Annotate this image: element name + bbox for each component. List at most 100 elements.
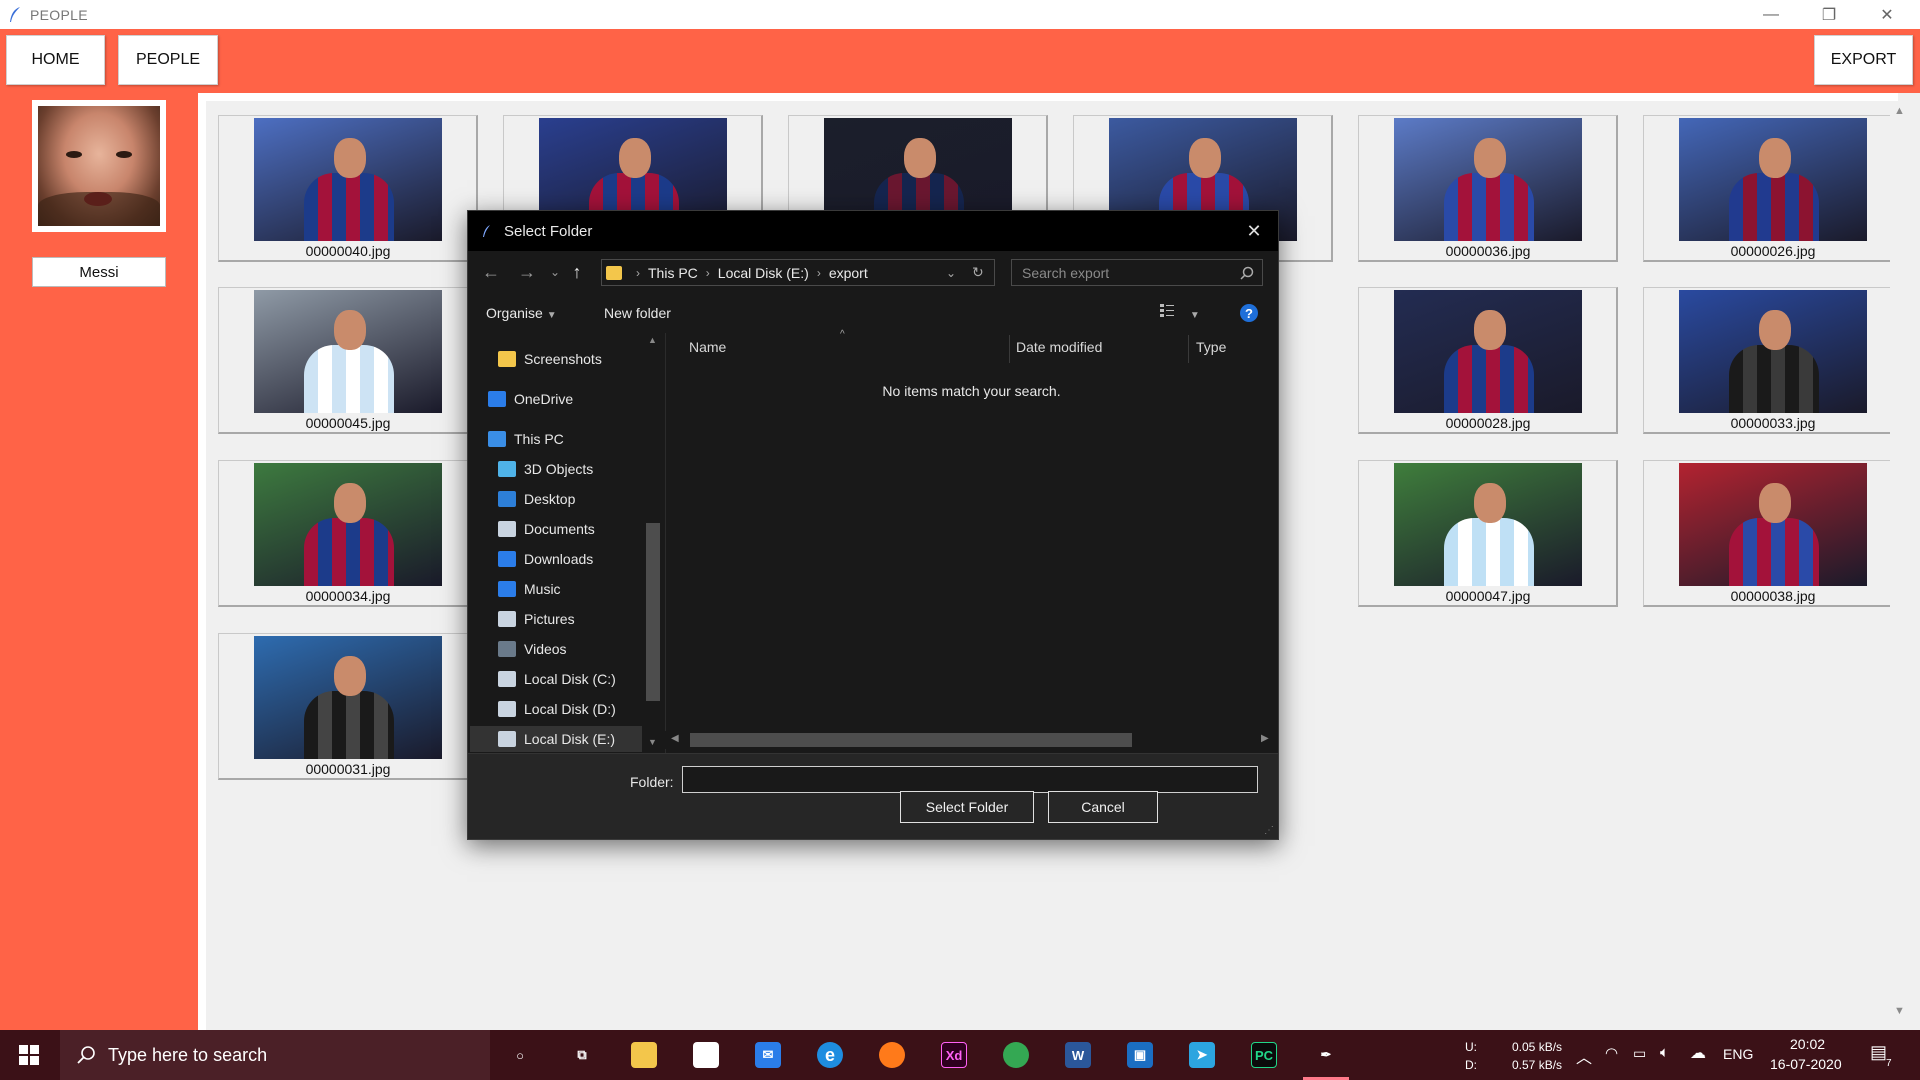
dialog-close-button[interactable]: ✕ <box>1238 215 1270 247</box>
chevron-up-icon[interactable]: ︿ <box>1576 1044 1592 1068</box>
telegram-icon: ➤ <box>1189 1042 1215 1068</box>
nav-item-downloads[interactable]: Downloads <box>498 546 593 572</box>
resize-grip-icon[interactable]: ⋰ <box>1264 825 1274 836</box>
onedrive-cloud-icon[interactable]: ☁︎ <box>1690 1043 1706 1063</box>
nav-item-3d-objects[interactable]: 3D Objects <box>498 456 593 482</box>
taskbar-app-button[interactable]: ⧉ <box>553 1030 611 1080</box>
clock-time[interactable]: 20:02 <box>1790 1036 1825 1052</box>
taskbar-app-button[interactable] <box>677 1030 735 1080</box>
nav-item-local-disk-e[interactable]: Local Disk (E:) <box>470 726 642 752</box>
photo-filename: 00000028.jpg <box>1445 415 1531 431</box>
nav-item-label: 3D Objects <box>524 461 594 477</box>
pictures-icon <box>498 611 516 627</box>
wifi-icon[interactable]: ◠ <box>1605 1044 1618 1062</box>
photo-tile[interactable]: 00000026.jpg <box>1643 115 1903 262</box>
photo-filename: 00000026.jpg <box>1730 243 1816 259</box>
nav-item-local-disk-d[interactable]: Local Disk (D:) <box>498 696 616 722</box>
refresh-icon[interactable]: ↻ <box>972 264 984 281</box>
language-indicator[interactable]: ENG <box>1723 1046 1753 1062</box>
battery-icon[interactable]: ▭ <box>1633 1045 1646 1062</box>
scroll-left-icon[interactable]: ◀ <box>671 733 679 744</box>
column-divider[interactable] <box>1009 335 1010 363</box>
photo-tile[interactable]: 00000038.jpg <box>1643 460 1903 607</box>
photo-tile[interactable]: 00000028.jpg <box>1358 287 1618 434</box>
photo-tile[interactable]: 00000034.jpg <box>218 460 478 607</box>
taskbar-app-button[interactable]: Xd <box>925 1030 983 1080</box>
nav-item-onedrive[interactable]: OneDrive <box>488 386 573 412</box>
taskbar-app-button[interactable]: ▣ <box>1111 1030 1169 1080</box>
column-divider[interactable] <box>1188 335 1189 363</box>
photo-tile[interactable]: 00000036.jpg <box>1358 115 1618 262</box>
taskbar-app-button[interactable]: PC <box>1235 1030 1293 1080</box>
home-button[interactable]: HOME <box>6 35 105 85</box>
nav-item-pictures[interactable]: Pictures <box>498 606 575 632</box>
clock-date[interactable]: 16-07-2020 <box>1770 1056 1842 1072</box>
taskbar-app-button[interactable]: ○ <box>491 1030 549 1080</box>
photo-tile[interactable]: 00000033.jpg <box>1643 287 1903 434</box>
nav-item-local-disk-c[interactable]: Local Disk (C:) <box>498 666 616 692</box>
taskbar-app-button[interactable]: ✒ <box>1297 1030 1355 1080</box>
volume-icon[interactable]: 🔈︎ <box>1660 1044 1669 1061</box>
taskbar-app-button[interactable]: e <box>801 1030 859 1080</box>
organise-menu[interactable]: Organise ▼ <box>486 305 557 321</box>
column-header-type[interactable]: Type <box>1196 339 1226 355</box>
photo-tile[interactable]: 00000040.jpg <box>218 115 478 262</box>
maximize-button[interactable]: ❐ <box>1800 0 1858 29</box>
start-button[interactable] <box>0 1030 58 1080</box>
taskbar-app-button[interactable] <box>863 1030 921 1080</box>
nav-pane-scroll-thumb[interactable] <box>646 523 660 701</box>
taskbar-app-button[interactable] <box>615 1030 673 1080</box>
select-folder-button[interactable]: Select Folder <box>900 791 1034 823</box>
nav-item-videos[interactable]: Videos <box>498 636 567 662</box>
photo-tile[interactable]: 00000031.jpg <box>218 633 478 780</box>
export-button[interactable]: EXPORT <box>1814 35 1913 85</box>
people-button[interactable]: PEOPLE <box>118 35 218 85</box>
nav-item-screenshots[interactable]: Screenshots <box>498 346 602 372</box>
minimize-button[interactable]: — <box>1742 0 1800 29</box>
scroll-down-icon[interactable]: ▼ <box>1894 1005 1905 1017</box>
view-options-button[interactable]: ▼ <box>1160 302 1200 321</box>
up-arrow-icon[interactable]: ↑ <box>564 259 590 285</box>
pycharm-icon: PC <box>1251 1042 1277 1068</box>
taskbar-search-box[interactable]: Type here to search <box>60 1030 490 1080</box>
cancel-button[interactable]: Cancel <box>1048 791 1158 823</box>
nav-item-desktop[interactable]: Desktop <box>498 486 575 512</box>
nav-item-label: Videos <box>524 641 567 657</box>
breadcrumb-local-disk-e[interactable]: Local Disk (E:) <box>718 265 809 281</box>
nav-item-documents[interactable]: Documents <box>498 516 595 542</box>
address-bar[interactable]: › This PC › Local Disk (E:) › export ⌄ ↻ <box>601 259 995 286</box>
photo-thumbnail <box>1394 118 1582 241</box>
column-header-name[interactable]: Name <box>689 339 726 355</box>
back-arrow-icon[interactable]: ← <box>478 259 504 285</box>
notifications-icon[interactable]: ▤ <box>1870 1042 1887 1063</box>
photo-tile[interactable]: 00000045.jpg <box>218 287 478 434</box>
taskbar-app-button[interactable]: W <box>1049 1030 1107 1080</box>
help-icon[interactable]: ? <box>1240 304 1258 322</box>
scroll-down-icon[interactable]: ▼ <box>648 737 657 747</box>
breadcrumb-export[interactable]: export <box>829 265 868 281</box>
column-header-date-modified[interactable]: Date modified <box>1016 339 1102 355</box>
taskbar-app-button[interactable] <box>987 1030 1045 1080</box>
person-name-label[interactable]: Messi <box>32 257 166 287</box>
taskbar-app-button[interactable]: ➤ <box>1173 1030 1231 1080</box>
photo-filename: 00000031.jpg <box>305 761 391 777</box>
new-folder-button[interactable]: New folder <box>604 305 671 321</box>
close-window-button[interactable]: ✕ <box>1858 0 1916 29</box>
person-avatar-frame[interactable] <box>32 100 166 232</box>
address-dropdown-icon[interactable]: ⌄ <box>946 266 956 280</box>
file-list-scroll-thumb[interactable] <box>690 733 1132 747</box>
scroll-right-icon[interactable]: ▶ <box>1261 733 1269 744</box>
breadcrumb-this-pc[interactable]: This PC <box>648 265 698 281</box>
taskbar-app-button[interactable]: ✉ <box>739 1030 797 1080</box>
search-input[interactable]: Search export <box>1011 259 1263 286</box>
feather-logo-icon <box>483 225 490 237</box>
scroll-up-icon[interactable]: ▲ <box>1894 105 1905 117</box>
forward-arrow-icon[interactable]: → <box>514 259 540 285</box>
nav-item-this-pc[interactable]: This PC <box>488 426 564 452</box>
grid-scrollbar[interactable]: ▲ ▼ <box>1890 101 1910 1026</box>
photo-tile[interactable]: 00000047.jpg <box>1358 460 1618 607</box>
scroll-up-icon[interactable]: ▲ <box>648 335 657 345</box>
nav-item-music[interactable]: Music <box>498 576 561 602</box>
photo-thumbnail <box>254 636 442 759</box>
folder-input[interactable] <box>682 766 1258 793</box>
